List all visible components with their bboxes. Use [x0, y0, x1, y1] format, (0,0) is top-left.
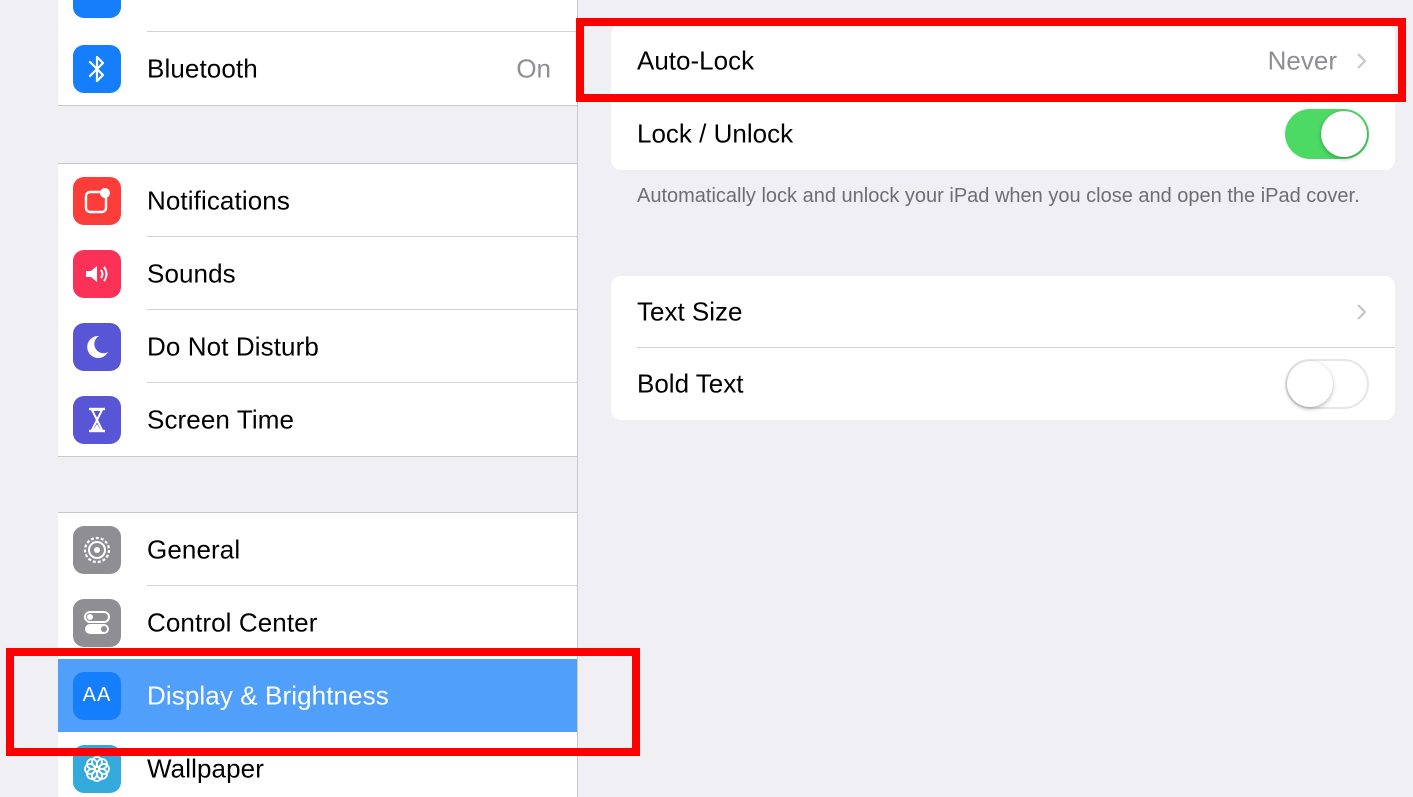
auto-lock-highlight — [576, 18, 1406, 102]
sidebar-item-label: Screen Time — [147, 404, 295, 434]
sidebar-group-alerts: Notifications Sounds Do Not Disturb Scre… — [58, 164, 577, 456]
toggles-icon — [73, 598, 121, 647]
lock-unlock-label: Lock / Unlock — [637, 118, 794, 148]
sidebar-item-do-not-disturb[interactable]: Do Not Disturb — [58, 310, 577, 383]
text-settings-group: Text Size Bold Text — [611, 276, 1395, 420]
sidebar-item-label: Do Not Disturb — [147, 331, 319, 361]
sidebar-item-bluetooth[interactable]: Bluetooth On — [58, 32, 577, 105]
sidebar-group-connectivity: Bluetooth On — [58, 32, 577, 105]
lock-unlock-toggle[interactable] — [1285, 108, 1369, 159]
sidebar-item-label: Notifications — [147, 185, 290, 215]
sidebar-item-label: Sounds — [147, 258, 236, 288]
sidebar-item-sounds[interactable]: Sounds — [58, 237, 577, 310]
gear-icon — [73, 525, 121, 574]
display-brightness-highlight — [6, 648, 640, 756]
bold-text-row: Bold Text — [611, 348, 1395, 420]
bold-text-toggle[interactable] — [1285, 359, 1369, 409]
sidebar-group-top — [58, 0, 577, 32]
sidebar-item-label: General — [147, 534, 241, 564]
moon-icon — [73, 322, 121, 371]
bluetooth-icon — [73, 44, 121, 93]
sidebar-item-general[interactable]: General — [58, 513, 577, 586]
speaker-icon — [73, 249, 121, 298]
sidebar-item-label: Wallpaper — [147, 753, 264, 783]
bold-text-label: Bold Text — [637, 368, 744, 399]
sidebar-item-screen-time[interactable]: Screen Time — [58, 383, 577, 456]
bluetooth-status: On — [516, 53, 551, 83]
chevron-right-icon — [1357, 304, 1367, 320]
text-size-label: Text Size — [637, 296, 743, 327]
lock-footnote: Automatically lock and unlock your iPad … — [637, 185, 1360, 207]
notifications-icon — [73, 176, 121, 225]
sidebar-item-label: Bluetooth — [147, 53, 258, 83]
sidebar-item-label: Control Center — [147, 607, 318, 637]
wifi-icon[interactable] — [73, 0, 121, 18]
sidebar-item-notifications[interactable]: Notifications — [58, 164, 577, 237]
lock-unlock-row: Lock / Unlock — [611, 97, 1395, 170]
text-size-row[interactable]: Text Size — [611, 276, 1395, 348]
hourglass-icon — [73, 395, 121, 444]
